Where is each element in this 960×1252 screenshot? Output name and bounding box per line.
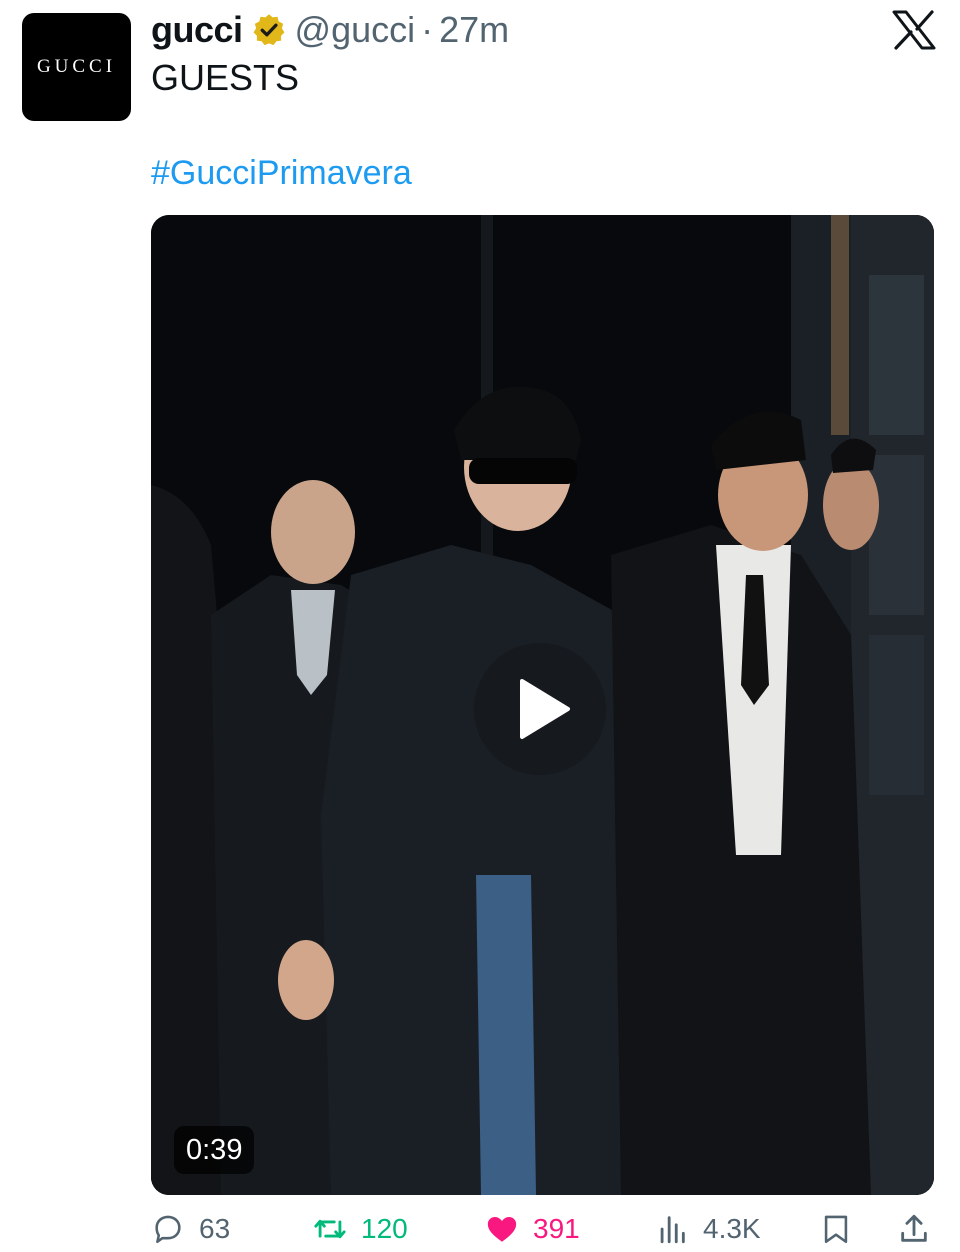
user-handle[interactable]: @gucci [295,9,416,51]
video-player[interactable]: 0:39 [151,215,934,1195]
repost-button[interactable]: 120 [313,1212,408,1246]
verified-badge-icon [253,14,284,46]
views-button[interactable]: 4.3K [655,1212,761,1246]
bookmark-icon [824,1215,848,1244]
tweet-header: gucci @gucci · 27m [151,8,509,52]
reply-count: 63 [199,1213,231,1244]
avatar-logo-text: GUCCI [36,56,117,77]
share-icon [901,1214,927,1242]
header-separator: · [421,9,434,50]
profile-avatar[interactable]: GUCCI [22,13,131,121]
x-logo-icon [892,10,936,50]
post-text: GUESTS [151,57,300,98]
share-button[interactable] [897,1212,945,1246]
like-count: 391 [533,1213,580,1244]
video-duration: 0:39 [174,1126,255,1174]
action-bar: 63 120 391 4.3K [151,1212,934,1252]
views-count: 4.3K [703,1213,761,1244]
like-button[interactable]: 391 [485,1212,580,1246]
bookmark-button[interactable] [819,1212,867,1246]
repost-icon [314,1219,346,1239]
reply-button[interactable]: 63 [151,1212,230,1246]
hashtag-link[interactable]: #GucciPrimavera [151,153,412,193]
repost-count: 120 [361,1213,408,1244]
views-bar-chart-icon [660,1216,685,1244]
display-name[interactable]: gucci [151,9,243,51]
play-button[interactable] [474,643,606,775]
reply-bubble-icon [155,1215,181,1244]
post-timestamp[interactable]: 27m [439,9,509,51]
play-icon [520,679,570,739]
heart-icon [487,1216,517,1242]
